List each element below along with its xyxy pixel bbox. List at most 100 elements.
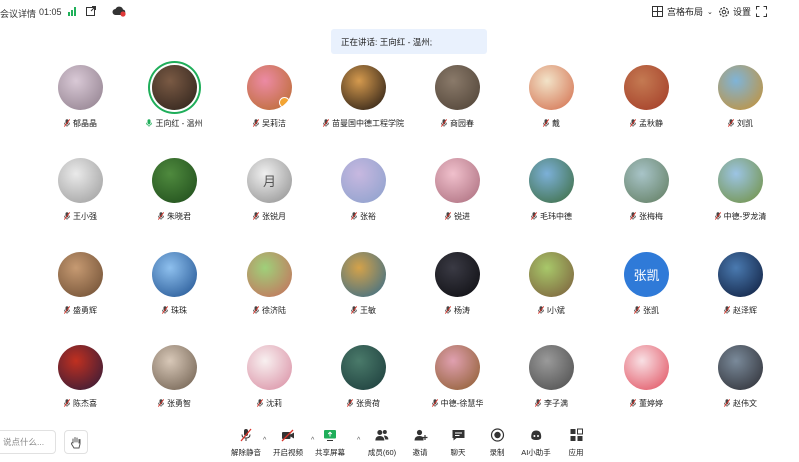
participant-name-row: 李子满 — [503, 398, 600, 409]
participant-name-row: 商园春 — [409, 118, 506, 129]
record-button[interactable]: 录制 — [490, 428, 505, 458]
participant-name: 沈莉 — [266, 399, 282, 408]
participant-name: 张锐月 — [262, 212, 286, 221]
share-screen-icon — [323, 428, 337, 447]
mic-muted-icon — [252, 212, 260, 220]
participant-tile[interactable]: 王小强 — [32, 153, 126, 243]
ai-assistant-icon — [529, 428, 543, 447]
caret-up-icon[interactable]: ^ — [311, 437, 314, 444]
participant-tile[interactable]: l小斌 — [503, 247, 597, 337]
settings-button[interactable]: 设置 — [718, 5, 751, 18]
participant-name: 张梅梅 — [639, 212, 663, 221]
participant-avatar — [152, 158, 197, 203]
fullscreen-icon[interactable] — [756, 6, 767, 17]
bottom-toolbar: 说点什么... 解除静音 开启视频 共享屏幕 成员(60) 邀请 聊天 录制 AI小助手 应用 ^… — [0, 424, 799, 462]
cloud-record-icon[interactable] — [112, 5, 126, 17]
participant-tile[interactable]: 徐济陆 — [221, 247, 315, 337]
participant-tile[interactable]: 李子满 — [503, 340, 597, 430]
mic-off-button[interactable]: 解除静音 — [231, 428, 261, 458]
caret-up-icon[interactable]: ^ — [263, 437, 266, 444]
ai-assistant-button[interactable]: AI小助手 — [521, 428, 551, 458]
participant-tile[interactable]: 王向红 - 温州 — [126, 60, 220, 150]
participant-name: 张勇智 — [167, 399, 191, 408]
participant-name: 赵泽辉 — [733, 306, 757, 315]
caret-up-icon[interactable]: ^ — [357, 437, 360, 444]
participant-tile[interactable]: 董婷婷 — [598, 340, 692, 430]
participant-avatar — [624, 345, 669, 390]
participant-tile[interactable]: 沈莉 — [221, 340, 315, 430]
participant-avatar — [624, 65, 669, 110]
participant-tile[interactable]: 张梅梅 — [598, 153, 692, 243]
participant-tile[interactable]: 中德-徐慧华 — [409, 340, 503, 430]
participant-avatar: 张凯 — [624, 252, 669, 297]
participant-tile[interactable]: 杨涛 — [409, 247, 503, 337]
toolbar-label: 解除静音 — [231, 448, 261, 457]
participant-tile[interactable]: 珠珠 — [126, 247, 220, 337]
raise-hand-icon — [70, 436, 81, 448]
participant-name: 王向红 - 温州 — [155, 119, 203, 128]
participant-avatar — [247, 65, 292, 110]
participant-tile[interactable]: 赵伟文 — [692, 340, 786, 430]
avatar-text: 月 — [262, 174, 276, 189]
chat-input[interactable]: 说点什么... — [0, 430, 56, 454]
toolbar-label: 开启视频 — [273, 448, 303, 457]
participant-tile[interactable]: 苗曼国中德工程学院 — [315, 60, 409, 150]
participant-avatar — [718, 158, 763, 203]
toolbar-label: 聊天 — [450, 448, 466, 457]
participant-tile[interactable]: 刘凯 — [692, 60, 786, 150]
mic-muted-icon — [161, 306, 169, 314]
apps-button[interactable]: 应用 — [569, 428, 584, 458]
participant-avatar — [529, 252, 574, 297]
participant-tile[interactable]: 郁晶晶 — [32, 60, 126, 150]
participant-name-row: 王敏 — [315, 305, 412, 316]
raise-hand-button[interactable] — [64, 430, 88, 454]
participant-name-row: 王小强 — [32, 211, 129, 222]
mic-muted-icon — [252, 119, 260, 127]
participant-tile[interactable]: 锐进 — [409, 153, 503, 243]
mic-muted-icon — [542, 119, 550, 127]
participant-tile[interactable]: 王敏 — [315, 247, 409, 337]
participant-avatar — [624, 158, 669, 203]
participant-tile[interactable]: 孟秋静 — [598, 60, 692, 150]
toolbar-label: 成员(60) — [367, 448, 397, 457]
mic-muted-icon — [727, 119, 735, 127]
participant-tile[interactable]: 盛勇辉 — [32, 247, 126, 337]
participant-name-row: 赵伟文 — [692, 398, 789, 409]
chat-input-placeholder: 说点什么... — [3, 437, 45, 447]
participant-tile[interactable]: 朱晓君 — [126, 153, 220, 243]
participant-tile[interactable]: 月张锐月 — [221, 153, 315, 243]
participant-name-row: 张贵荷 — [315, 398, 412, 409]
meeting-info-link[interactable]: 会议详情 — [0, 7, 36, 20]
participant-avatar — [718, 345, 763, 390]
participant-tile[interactable]: 张贵荷 — [315, 340, 409, 430]
participant-tile[interactable]: 中德-罗龙清 — [692, 153, 786, 243]
participant-tile[interactable]: 商园春 — [409, 60, 503, 150]
participant-name-row: 刘凯 — [692, 118, 789, 129]
chat-button[interactable]: 聊天 — [451, 428, 466, 458]
mic-muted-icon — [444, 212, 452, 220]
invite-button[interactable]: 邀请 — [413, 428, 428, 458]
participant-name-row: 张梅梅 — [598, 211, 695, 222]
settings-label: 设置 — [733, 7, 752, 17]
video-off-button[interactable]: 开启视频 — [273, 428, 303, 458]
participant-tile[interactable]: 陈杰喜 — [32, 340, 126, 430]
members-button[interactable]: 成员(60) — [368, 428, 396, 458]
participant-tile[interactable]: 张裕 — [315, 153, 409, 243]
external-window-icon[interactable] — [86, 6, 96, 16]
participant-tile[interactable]: 毛玮中德 — [503, 153, 597, 243]
grid-layout-button[interactable]: 宫格布局 ⌄ — [652, 5, 713, 18]
mic-muted-icon — [252, 306, 260, 314]
mic-muted-icon — [534, 399, 542, 407]
meeting-timer: 01:05 — [39, 7, 62, 17]
participant-tile[interactable]: 吴莉洁 — [221, 60, 315, 150]
participant-tile[interactable]: 戴 — [503, 60, 597, 150]
toolbar-label: 录制 — [489, 448, 505, 457]
network-signal-icon[interactable] — [68, 7, 76, 16]
participant-tile[interactable]: 张凯 张凯 — [598, 247, 692, 337]
participant-tile[interactable]: 赵泽辉 — [692, 247, 786, 337]
participant-name: 中德-徐慧华 — [440, 399, 484, 408]
participant-name: 陈杰喜 — [73, 399, 97, 408]
share-screen-button[interactable]: 共享屏幕 — [315, 428, 345, 458]
participant-name: 珠珠 — [171, 306, 187, 315]
participant-tile[interactable]: 张勇智 — [126, 340, 220, 430]
